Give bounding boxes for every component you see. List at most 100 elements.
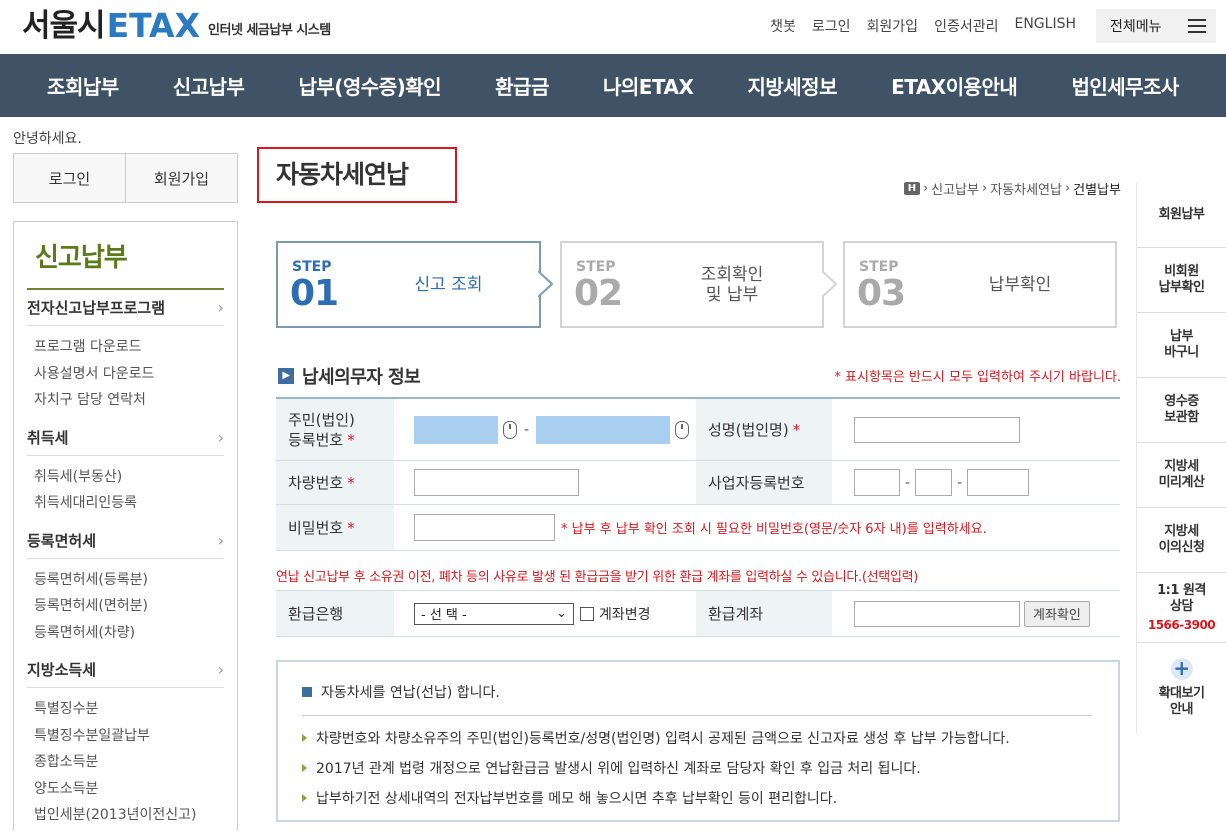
nav-refund[interactable]: 환급금 <box>495 71 549 100</box>
name-label-text: 성명(법인명) <box>708 421 789 439</box>
rrn-label-line1: 주민(법인) <box>288 410 355 429</box>
required-star: * <box>792 420 801 439</box>
checkbox-box[interactable] <box>580 606 594 621</box>
breadcrumb-sep: › <box>1064 181 1071 196</box>
sidebar-group-program[interactable]: 전자신고납부프로그램 › <box>27 290 224 326</box>
quick-label: 상담 <box>1170 598 1193 614</box>
rrn-back-input[interactable] <box>536 415 671 444</box>
logo-etax: ETAX <box>106 6 201 45</box>
step-3: STEP 03 납부확인 <box>843 241 1117 328</box>
quick-label: 미리계산 <box>1158 475 1205 490</box>
bullet-square-icon <box>302 687 312 697</box>
login-link[interactable]: 로그인 <box>812 16 851 36</box>
login-box: 로그인 회원가입 <box>13 153 238 203</box>
nav-my-etax[interactable]: 나의ETAX <box>603 71 694 100</box>
sidebar-group-acquisition[interactable]: 취득세 › <box>27 420 224 456</box>
sidebar-group-registration[interactable]: 등록면허세 › <box>27 523 224 559</box>
quick-guest-check[interactable]: 비회원 납부확인 <box>1137 248 1226 313</box>
quick-remote-consult[interactable]: 1:1 원격 상담 1566-3900 <box>1137 573 1226 643</box>
nav-corp-audit[interactable]: 법인세무조사 <box>1071 71 1179 100</box>
quick-label: 안내 <box>1170 702 1193 717</box>
nav-lookup-pay[interactable]: 조회납부 <box>47 71 119 100</box>
password-label-text: 비밀번호 <box>288 519 344 537</box>
rrn-label-line2: 등록번호 <box>288 430 344 449</box>
quick-label: 영수증 <box>1164 394 1199 409</box>
info-headline: 자동차세를 연납(선납) 합니다. <box>302 682 1092 716</box>
page-title: 자동차세연납 <box>257 147 457 203</box>
step-2: STEP 02 조회확인 및 납부 <box>560 241 824 328</box>
breadcrumb-item[interactable]: 자동차세연납 <box>990 179 1062 198</box>
quick-objection[interactable]: 지방세 이의신청 <box>1137 508 1226 573</box>
refund-form: 환급은행 - 선 택 - ⌄ 계좌변경 환급계좌 계좌확인 <box>276 590 1120 637</box>
biz-number-part3[interactable] <box>967 469 1030 496</box>
refund-bank-select[interactable]: - 선 택 - ⌄ <box>414 602 574 625</box>
nav-etax-guide[interactable]: ETAX이용안내 <box>891 71 1018 100</box>
english-link[interactable]: ENGLISH <box>1014 16 1076 36</box>
sidebar-title: 신고납부 <box>27 222 224 290</box>
quick-tax-calc[interactable]: 지방세 미리계산 <box>1137 443 1226 508</box>
mouse-icon[interactable] <box>503 420 517 439</box>
sidebar-item-acq-realestate[interactable]: 취득세(부동산) <box>34 464 224 491</box>
step-indicator: STEP 01 신고 조회 STEP 02 조회확인 및 납부 STEP 03 … <box>276 241 1118 328</box>
account-confirm-button[interactable]: 계좌확인 <box>1024 600 1090 627</box>
sidebar-item-district-contacts[interactable]: 자치구 담당 연락처 <box>34 387 224 414</box>
section-title-text: 납세의무자 정보 <box>302 367 421 388</box>
required-star: * <box>347 473 355 492</box>
dash: - <box>957 474 963 491</box>
sidebar-item-program-download[interactable]: 프로그램 다운로드 <box>34 334 224 361</box>
sidebar-item-corporate[interactable]: 법인세분(2013년이전신고) <box>34 802 224 829</box>
password-input[interactable] <box>414 514 555 541</box>
chevron-right-icon: › <box>217 660 224 679</box>
account-change-checkbox[interactable]: 계좌변경 <box>580 604 651 624</box>
home-icon[interactable]: H <box>903 182 920 195</box>
quick-zoom-guide[interactable]: + 확대보기 안내 <box>1137 643 1226 733</box>
quick-pay-basket[interactable]: 납부 바구니 <box>1137 313 1226 378</box>
sidebar-item-manual-download[interactable]: 사용설명서 다운로드 <box>34 361 224 388</box>
car-number-label: 차량번호 * <box>276 461 394 504</box>
sidebar-item-reg-license[interactable]: 등록면허세(면허분) <box>34 593 224 620</box>
biz-number-part2[interactable] <box>915 469 953 496</box>
sidebar-group-income[interactable]: 지방소득세 › <box>27 652 224 688</box>
logo-subtitle: 인터넷 세금납부 시스템 <box>208 23 331 38</box>
bullet-arrow-icon <box>302 794 307 802</box>
biz-number-label: 사업자등록번호 <box>696 461 832 504</box>
sidebar-item-transfer[interactable]: 양도소득분 <box>34 776 224 803</box>
certificate-link[interactable]: 인증서관리 <box>934 16 998 36</box>
nav-report-pay[interactable]: 신고납부 <box>173 71 245 100</box>
sidebar-item-acq-agent[interactable]: 취득세대리인등록 <box>34 490 224 517</box>
biz-number-part1[interactable] <box>854 469 900 496</box>
section-title: ▶ 납세의무자 정보 <box>278 363 421 389</box>
sidebar-group-label: 전자신고납부프로그램 <box>27 299 166 317</box>
quick-receipt-box[interactable]: 영수증 보관함 <box>1137 378 1226 443</box>
quick-label: 회원납부 <box>1158 207 1205 222</box>
refund-account-input[interactable] <box>854 600 1020 627</box>
nav-local-tax-info[interactable]: 지방세정보 <box>747 71 837 100</box>
sidebar-item-withholding-bulk[interactable]: 특별징수분일괄납부 <box>34 723 224 750</box>
sidebar-signup-button[interactable]: 회원가입 <box>126 154 237 202</box>
sidebar-item-comprehensive[interactable]: 종합소득분 <box>34 749 224 776</box>
dash: - <box>905 474 911 491</box>
name-input[interactable] <box>854 416 1020 443</box>
sidebar-item-reg-vehicle[interactable]: 등록면허세(차량) <box>34 620 224 647</box>
quick-label: 비회원 <box>1164 264 1199 279</box>
step-text: 조회확인 및 납부 <box>700 264 764 305</box>
site-logo[interactable]: 서울시 ETAX 인터넷 세금납부 시스템 <box>22 6 331 46</box>
step-1: STEP 01 신고 조회 <box>276 241 541 328</box>
step-text: 납부확인 <box>988 274 1052 295</box>
greeting: 안녕하세요. <box>13 131 82 147</box>
sidebar-item-reg-registration[interactable]: 등록면허세(등록분) <box>34 567 224 594</box>
chevron-right-icon: › <box>217 298 224 317</box>
car-number-input[interactable] <box>414 469 579 496</box>
quick-member-pay[interactable]: 회원납부 <box>1137 183 1226 248</box>
nav-receipt-check[interactable]: 납부(영수증)확인 <box>298 71 441 100</box>
required-star: * <box>347 518 355 537</box>
breadcrumb-item[interactable]: 신고납부 <box>931 179 979 198</box>
sidebar-item-withholding[interactable]: 특별징수분 <box>34 696 224 723</box>
mouse-icon[interactable] <box>675 420 690 439</box>
signup-link[interactable]: 회원가입 <box>867 16 919 36</box>
info-item: 2017년 관계 법령 개정으로 연납환급금 발생시 위에 입력하신 계좌로 담… <box>302 758 1092 778</box>
sidebar-login-button[interactable]: 로그인 <box>14 154 126 202</box>
all-menu-button[interactable]: 전체메뉴 <box>1096 9 1216 43</box>
chatbot-link[interactable]: 챗봇 <box>770 16 796 36</box>
rrn-front-input[interactable] <box>414 415 498 444</box>
